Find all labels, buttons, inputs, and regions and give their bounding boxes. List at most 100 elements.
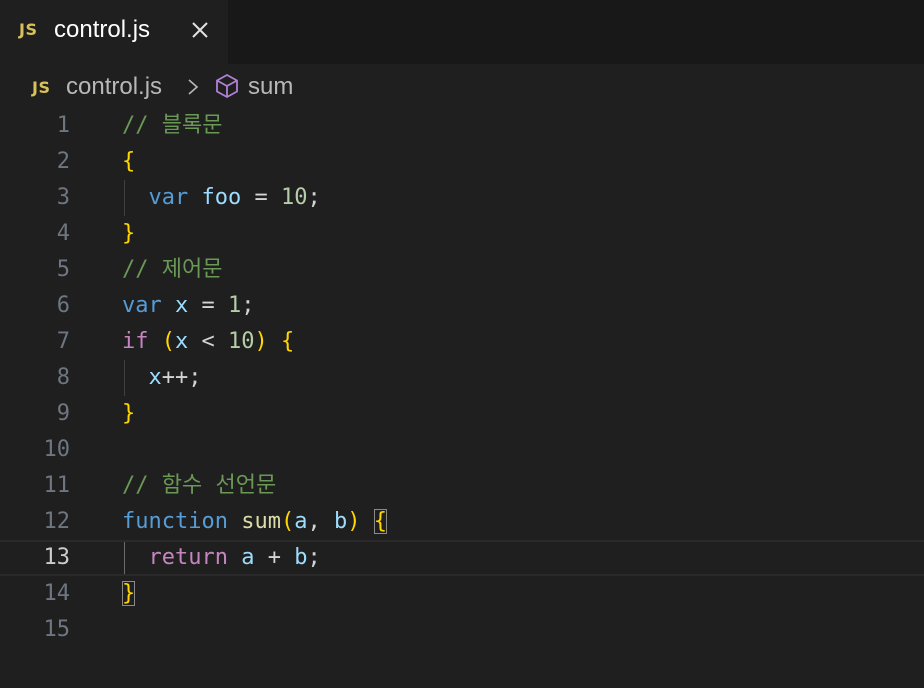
code-editor[interactable]: 1// 블록문 2{3 var foo = 10; 4} 5// 제어문 6 var x …: [0, 108, 924, 648]
code-token: ): [254, 329, 268, 354]
line-number: 7: [56, 329, 70, 354]
code-line[interactable]: 3 var foo = 10;: [0, 180, 924, 216]
code-token: foo: [201, 185, 242, 210]
code-line[interactable]: 6 var x = 1;: [0, 288, 924, 324]
code-token: return: [148, 545, 228, 570]
code-token: }: [122, 581, 136, 606]
code-token: {: [281, 329, 295, 354]
code-line[interactable]: 12 function sum(a, b) {: [0, 504, 924, 540]
code-token: +: [254, 545, 295, 570]
code-token: // 블록문: [122, 113, 223, 138]
tab-control-js[interactable]: JS control.js: [0, 0, 228, 64]
code-token: function: [122, 509, 228, 534]
code-token: x: [148, 365, 162, 390]
code-token: x: [175, 329, 189, 354]
code-text: }: [122, 216, 135, 252]
code-token: // 제어문: [122, 257, 223, 282]
breadcrumb-file[interactable]: control.js: [66, 73, 162, 101]
code-token: var: [122, 293, 162, 318]
code-text: }: [122, 396, 135, 432]
javascript-file-icon: JS: [32, 78, 51, 97]
line-number: 14: [43, 581, 71, 606]
code-token: if: [122, 329, 149, 354]
code-text: var x = 1;: [122, 288, 255, 324]
code-token: ): [347, 509, 361, 534]
code-token: {: [373, 509, 387, 534]
line-number: 4: [56, 221, 70, 246]
line-number: 13: [43, 545, 71, 570]
code-text: // 함수 선언문: [122, 468, 276, 504]
code-token: (: [161, 329, 175, 354]
code-text: // 제어문: [122, 252, 222, 288]
line-number: 1: [56, 113, 70, 138]
code-token: 10: [228, 329, 255, 354]
code-line[interactable]: 7 if (x < 10) {: [0, 324, 924, 360]
code-line[interactable]: 8 x++;: [0, 360, 924, 396]
code-token: b: [294, 545, 308, 570]
code-token: b: [333, 509, 348, 534]
code-line[interactable]: 13 return a + b;: [0, 540, 924, 576]
code-token: var: [148, 185, 189, 210]
code-line[interactable]: 1 // 블록문: [0, 108, 924, 144]
chevron-right-icon: [186, 78, 200, 96]
tab-label: control.js: [54, 16, 151, 43]
code-token: a: [241, 545, 255, 570]
code-token: }: [122, 221, 136, 246]
code-line[interactable]: 15: [0, 612, 924, 648]
code-token: sum: [241, 509, 281, 534]
line-number: 9: [56, 401, 70, 426]
code-token: ;: [307, 545, 321, 570]
code-text: var foo = 10;: [122, 180, 321, 216]
code-line[interactable]: 10: [0, 432, 924, 468]
code-text: x++;: [122, 360, 202, 396]
breadcrumb-symbol[interactable]: sum: [248, 73, 293, 101]
code-token: ,: [307, 509, 334, 534]
line-number: 15: [43, 617, 71, 642]
javascript-file-icon: JS: [19, 20, 38, 39]
code-line[interactable]: 11 // 함수 선언문: [0, 468, 924, 504]
breadcrumb: JS control.js sum: [0, 68, 924, 106]
code-token: // 함수 선언문: [122, 473, 277, 498]
line-number: 10: [43, 437, 71, 462]
code-token: (: [280, 509, 295, 534]
code-line[interactable]: 2{: [0, 144, 924, 180]
code-line[interactable]: 4}: [0, 216, 924, 252]
code-text: return a + b;: [122, 540, 321, 576]
code-token: =: [188, 293, 228, 318]
close-icon[interactable]: [186, 16, 214, 44]
code-token: =: [241, 185, 281, 210]
code-token: a: [294, 509, 308, 534]
code-line[interactable]: 14}: [0, 576, 924, 612]
code-text: {: [122, 144, 135, 180]
code-token: x: [175, 293, 189, 318]
line-number: 6: [56, 293, 70, 318]
line-number: 11: [43, 473, 71, 498]
code-token: {: [122, 149, 136, 174]
code-token: ;: [307, 185, 321, 210]
code-line[interactable]: 9}: [0, 396, 924, 432]
code-token: }: [122, 401, 136, 426]
line-number: 8: [56, 365, 70, 390]
code-text: function sum(a, b) {: [122, 504, 387, 540]
code-token: <: [188, 329, 228, 354]
tab-bar: JS control.js: [0, 0, 924, 64]
line-number: 3: [56, 185, 70, 210]
code-text: // 블록문: [122, 108, 222, 144]
code-token: 10: [281, 185, 308, 210]
line-number: 2: [56, 149, 70, 174]
code-token: 1: [228, 293, 242, 318]
code-line[interactable]: 5 // 제어문: [0, 252, 924, 288]
code-token: ;: [241, 293, 255, 318]
line-number: 12: [43, 509, 71, 534]
code-text: }: [122, 576, 136, 612]
